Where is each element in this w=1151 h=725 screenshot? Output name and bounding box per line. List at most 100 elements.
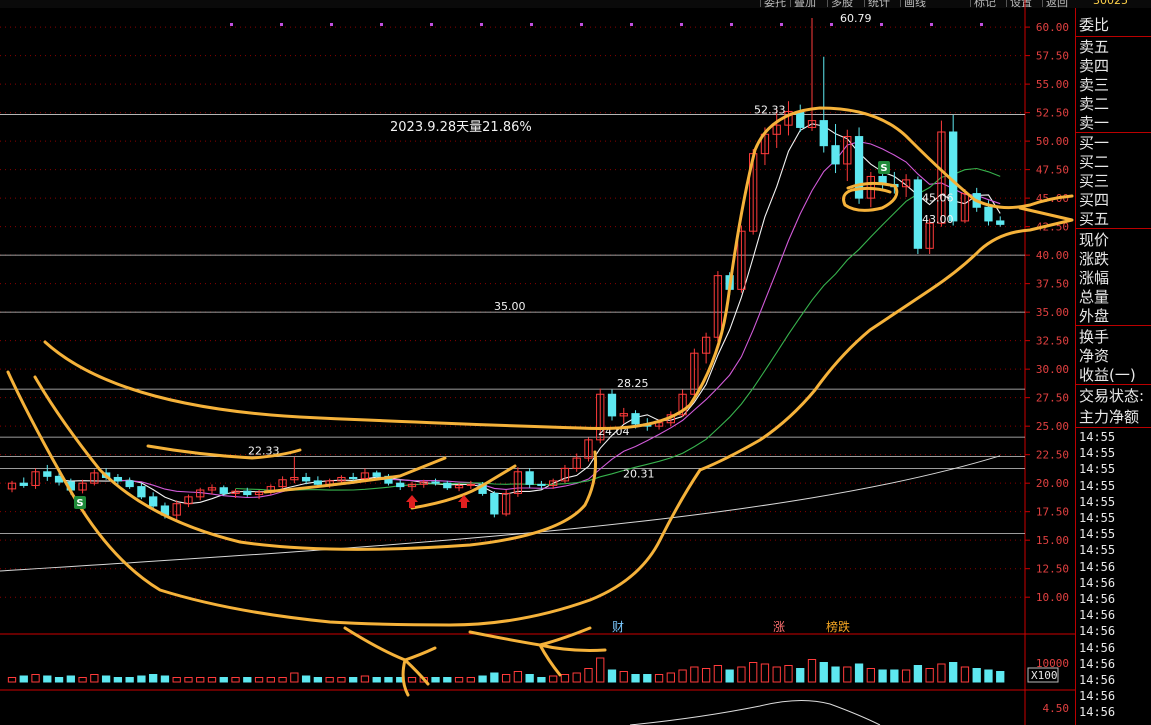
volume-bar xyxy=(149,674,158,683)
bid5-label: 买五 xyxy=(1079,210,1110,228)
right-foot-stroke xyxy=(468,626,607,677)
tick-time: 14:56 xyxy=(1079,656,1116,671)
volume-bar xyxy=(360,675,370,683)
candle-body xyxy=(113,476,123,482)
candle xyxy=(901,174,911,197)
ask1-label: 卖一 xyxy=(1079,114,1110,132)
signal-dot xyxy=(480,23,483,26)
volume-bar xyxy=(243,677,252,683)
kline-chart[interactable]: 60.7952.3345.0643.0035.0028.2524.0422.33… xyxy=(0,0,1075,725)
volume-bar xyxy=(313,677,323,683)
volume-bar xyxy=(7,677,17,683)
signal-dot xyxy=(380,23,383,26)
order-ratio-label: 委比 xyxy=(1079,16,1110,34)
volume-bar xyxy=(443,677,452,683)
bid2-label: 买二 xyxy=(1079,153,1110,171)
volume-bar xyxy=(525,674,534,683)
signal-dot xyxy=(680,23,683,26)
indicator-axis-label: 4.50 xyxy=(1043,702,1070,715)
candle-body xyxy=(996,220,1005,225)
volume-bar xyxy=(537,677,546,683)
axis-tick-label: 35.00 xyxy=(1036,306,1069,319)
volume-bar xyxy=(819,662,828,683)
volume-bar xyxy=(184,677,193,683)
candle-body xyxy=(219,487,228,494)
price-label-layer: 60.7952.3345.0643.0035.0028.2524.0422.33… xyxy=(248,12,954,481)
candle xyxy=(913,176,923,254)
volume-bar xyxy=(278,677,287,683)
signal-dot xyxy=(730,23,733,26)
axis-tick-label: 57.50 xyxy=(1036,50,1069,63)
price-axis: 60.0057.5055.0052.5050.0047.5045.0042.50… xyxy=(1025,21,1069,715)
signal-dot xyxy=(980,23,983,26)
volume-bar xyxy=(572,672,581,683)
bid1-label: 买一 xyxy=(1079,134,1110,152)
signal-dot xyxy=(580,23,583,26)
axis-tick-label: 30.00 xyxy=(1036,363,1069,376)
candle-body xyxy=(301,476,311,482)
duck-wing-stroke xyxy=(33,375,597,551)
axis-tick-label: 22.50 xyxy=(1036,449,1069,462)
volume-bar xyxy=(796,668,805,683)
candle xyxy=(713,271,723,342)
sell-signal-text: S xyxy=(76,498,83,509)
volume-bar xyxy=(172,677,181,683)
ma20-line xyxy=(235,167,1001,491)
price-label: 现价 xyxy=(1079,231,1110,249)
candle-body xyxy=(125,480,134,488)
volume-bar xyxy=(654,674,664,683)
volume-bar xyxy=(290,672,299,683)
axis-tick-label: 27.50 xyxy=(1036,392,1069,405)
candle xyxy=(819,56,828,153)
axis-tick-label: 15.00 xyxy=(1036,534,1069,547)
turnover-label: 换手 xyxy=(1079,328,1110,346)
candle-body xyxy=(490,492,499,515)
volume-bar xyxy=(66,675,75,683)
outer-volume-label: 外盘 xyxy=(1079,307,1110,325)
volume-bar xyxy=(254,677,264,683)
volume-bar xyxy=(90,674,99,683)
axis-tick-label: 60.00 xyxy=(1036,21,1069,34)
candle-body xyxy=(19,482,28,486)
candle-body xyxy=(949,131,958,222)
quote-side-panel: 委比 卖五 卖四 卖三 卖二 卖一 买一 买二 买三 买四 买五 现价 涨跌 涨… xyxy=(1075,8,1151,725)
candle-body xyxy=(819,120,828,147)
volume-bar xyxy=(219,677,228,683)
volume-bar xyxy=(890,669,899,683)
signal-dot xyxy=(630,23,633,26)
tick-time: 14:56 xyxy=(1079,705,1116,720)
candle xyxy=(607,389,617,421)
candle xyxy=(996,216,1005,227)
indicator-line xyxy=(629,699,881,725)
signal-dot xyxy=(830,23,833,26)
ask4-label: 卖四 xyxy=(1079,57,1110,75)
volume-bar xyxy=(607,669,617,683)
volume-bar xyxy=(466,677,475,683)
signal-dot xyxy=(280,23,283,26)
price-label: 28.25 xyxy=(617,377,649,390)
candle xyxy=(278,476,287,489)
volume-unit-label: X100 xyxy=(1031,669,1058,682)
tick-time: 14:55 xyxy=(1079,527,1116,542)
volume-bar xyxy=(337,677,346,683)
earnings-label: 收益(一) xyxy=(1079,366,1136,384)
candle xyxy=(78,479,87,494)
axis-tick-label: 52.50 xyxy=(1036,107,1069,120)
volume-bar xyxy=(501,674,511,683)
axis-tick-label: 32.50 xyxy=(1036,335,1069,348)
signal-dot xyxy=(330,23,333,26)
candle xyxy=(125,477,134,489)
trade-status-label: 交易状态: xyxy=(1079,387,1145,405)
volume-bar xyxy=(407,677,417,683)
tick-time: 14:55 xyxy=(1079,478,1116,493)
candle xyxy=(184,494,193,508)
volume-bar xyxy=(996,671,1005,683)
signal-dot xyxy=(930,23,933,26)
price-label: 45.06 xyxy=(922,191,954,204)
event-marker: 榜跌 xyxy=(826,619,850,634)
axis-tick-label: 37.50 xyxy=(1036,278,1069,291)
candle xyxy=(949,114,958,226)
price-label: 60.79 xyxy=(840,12,872,25)
volume-bar xyxy=(196,677,205,683)
volume-bar xyxy=(937,663,946,683)
